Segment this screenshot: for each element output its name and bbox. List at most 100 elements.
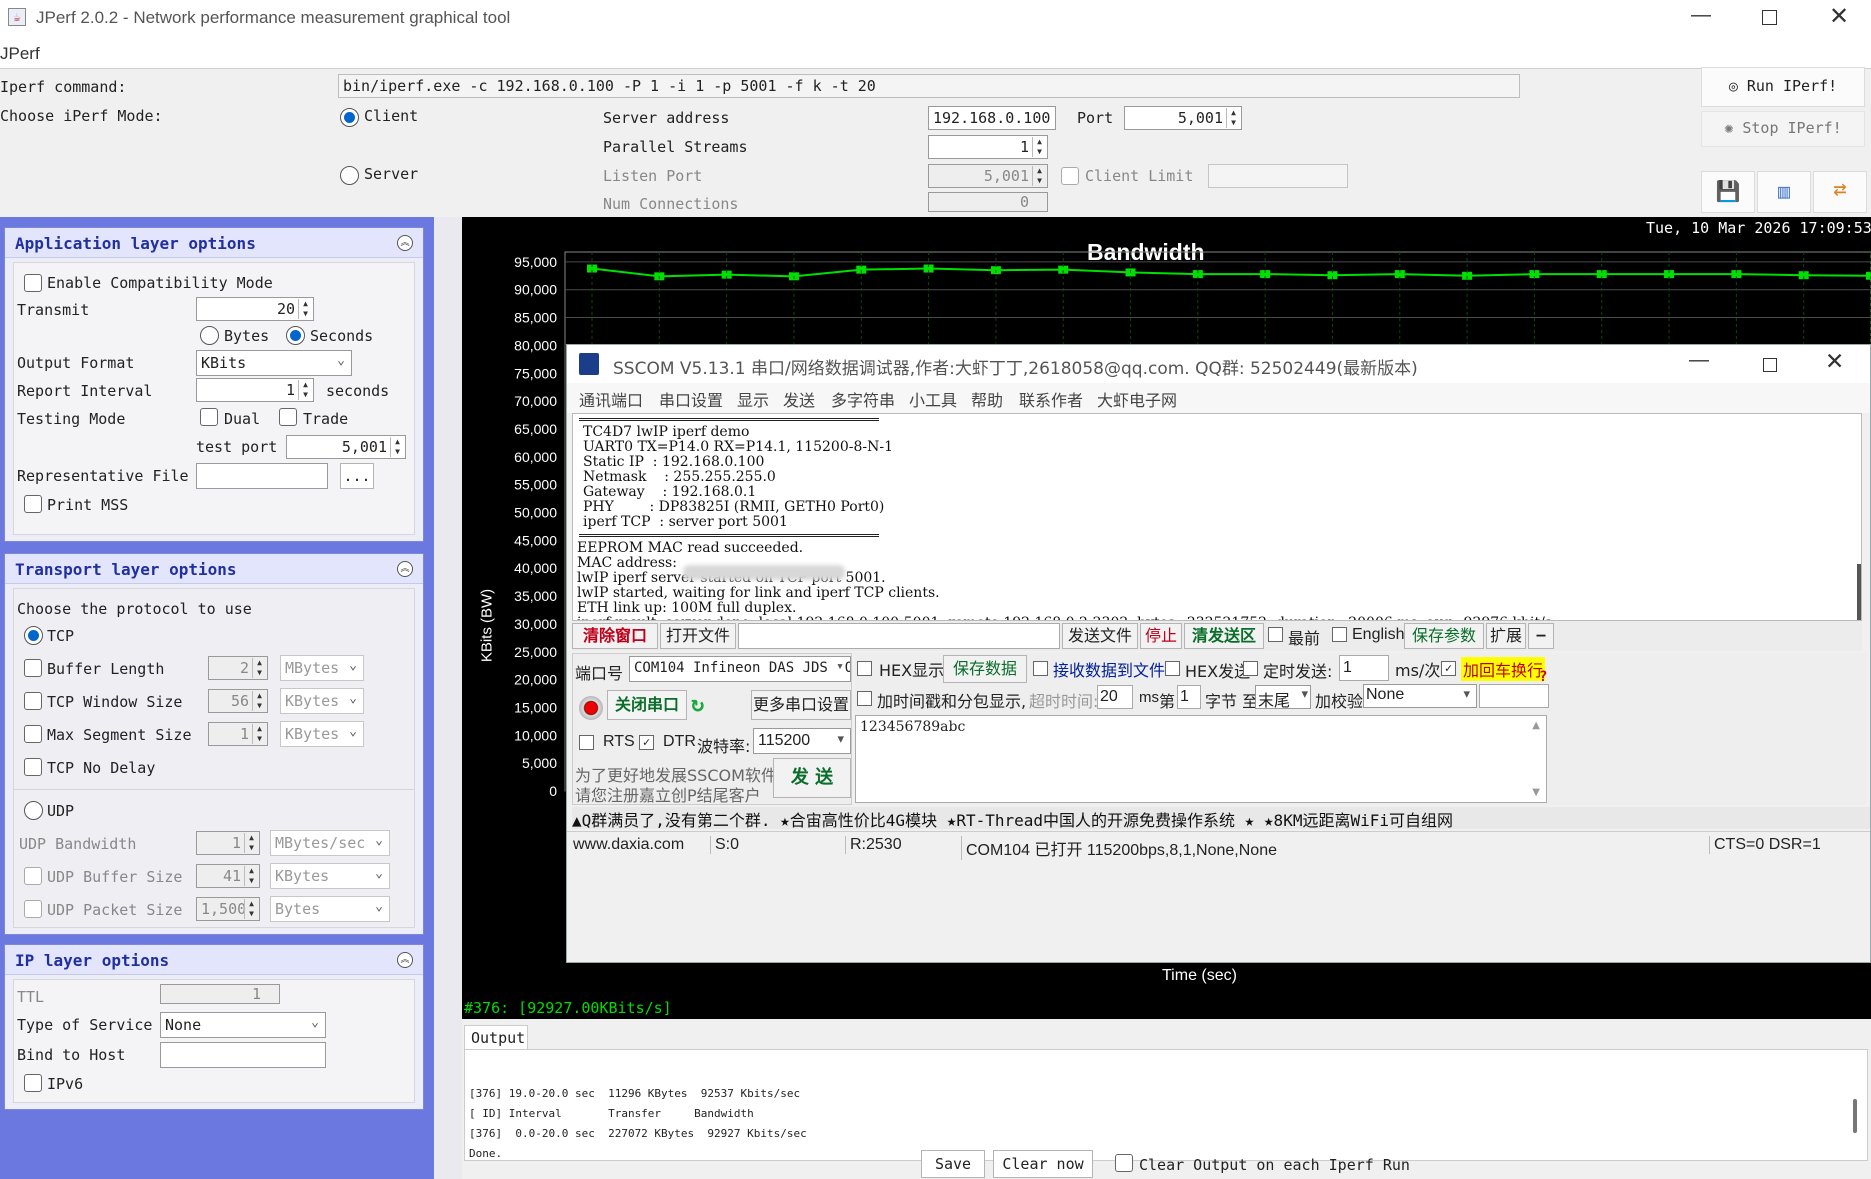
output-scrollbar[interactable] (1853, 1099, 1857, 1133)
scroll-up-arrow-icon[interactable]: ▲ (1532, 720, 1540, 731)
output-textarea[interactable]: [376] 19.0-20.0 sec 11296 KBytes 92537 K… (464, 1049, 1868, 1161)
clear-each-run-checkbox[interactable] (1115, 1154, 1133, 1172)
sscom-receive-area[interactable]: TC4D7 lwIP iperf demo UART0 TX=P14.0 RX=P… (572, 413, 1862, 621)
server-radio[interactable] (340, 166, 359, 185)
timestamp-checkbox[interactable] (857, 691, 872, 706)
sscom-menu-item[interactable]: 发送 (783, 387, 815, 411)
trade-checkbox[interactable] (279, 408, 297, 426)
restore-defaults-button[interactable]: ⇄ (1813, 171, 1867, 213)
refresh-ports-icon[interactable]: ↻ (691, 692, 704, 717)
sscom-minimize-button[interactable]: — (1689, 349, 1709, 372)
report-interval-spinner[interactable]: 1 ▲ ▼ (196, 378, 314, 402)
rts-checkbox[interactable] (579, 735, 594, 750)
mss-spinner[interactable]: 1 ▲ ▼ (208, 722, 268, 746)
open-file-button[interactable]: 打开文件 (660, 623, 736, 649)
sscom-menu-item[interactable]: 小工具 (909, 387, 957, 411)
rep-file-input[interactable] (196, 463, 328, 489)
send-button[interactable]: 发 送 (773, 758, 851, 798)
hex-display-checkbox[interactable] (857, 661, 872, 676)
timed-interval-input[interactable]: 1 (1339, 655, 1389, 681)
client-limit-checkbox[interactable] (1061, 167, 1079, 185)
application-layer-header[interactable]: Application layer options (5, 228, 423, 258)
udp-packet-checkbox[interactable] (24, 900, 42, 918)
udp-buffer-unit-select[interactable]: KBytes ⌄ (270, 863, 390, 889)
close-port-button[interactable]: 关闭串口 (607, 690, 687, 720)
output-tab[interactable]: Output (464, 1025, 528, 1049)
sscom-ticker[interactable]: ▲Q群满员了,没有第二个群. ★合宙高性价比4G模块 ★RT-Thread中国人… (572, 807, 1870, 829)
client-radio[interactable] (340, 108, 359, 127)
spinner-arrows-icon[interactable]: ▲ ▼ (1226, 108, 1240, 128)
bytes-radio[interactable] (200, 326, 219, 345)
sscom-menu-item[interactable]: 显示 (737, 387, 769, 411)
sscom-menu-item[interactable]: 通讯端口 (579, 387, 643, 411)
window-size-spinner[interactable]: 56 ▲ ▼ (208, 689, 268, 713)
compat-checkbox[interactable] (24, 274, 42, 292)
clear-window-button[interactable]: 清除窗口 (572, 623, 658, 649)
sscom-menu-item[interactable]: 联系作者 (1019, 387, 1083, 411)
transmit-spinner[interactable]: 20 ▲ ▼ (196, 297, 314, 321)
nth-input[interactable]: 1 (1177, 685, 1201, 709)
collapse-button[interactable]: — (1528, 623, 1554, 649)
more-settings-button[interactable]: 更多串口设置 (751, 690, 851, 720)
load-config-button[interactable]: ▥ (1757, 171, 1811, 213)
no-delay-checkbox[interactable] (24, 758, 42, 776)
buffer-length-checkbox[interactable] (24, 659, 42, 677)
run-iperf-button[interactable]: ◎ Run IPerf! (1701, 67, 1865, 107)
file-path-input[interactable] (738, 623, 1060, 649)
num-connections-spinner[interactable]: 0 (928, 192, 1048, 212)
tos-select[interactable]: None ⌄ (160, 1012, 326, 1038)
mss-checkbox[interactable] (24, 725, 42, 743)
sscom-menu-item[interactable]: 串口设置 (659, 387, 723, 411)
bind-host-input[interactable] (160, 1042, 326, 1068)
browse-button[interactable]: ... (340, 463, 374, 489)
dtr-checkbox[interactable]: ✓ (639, 735, 654, 750)
scroll-down-arrow-icon[interactable]: ▼ (1532, 787, 1540, 798)
baud-select[interactable]: 115200 ▾ (753, 728, 851, 754)
crlf-checkbox[interactable]: ✓ (1441, 661, 1456, 676)
spinner-arrows-icon[interactable]: ▲ ▼ (244, 866, 258, 886)
ttl-spinner[interactable]: 1 (160, 984, 280, 1004)
collapse-chevron-icon[interactable]: ︽ (397, 952, 413, 968)
save-output-button[interactable]: Save (921, 1150, 985, 1178)
app-menu[interactable]: JPerf (0, 44, 40, 64)
end-select[interactable]: 末尾 ▾ (1255, 685, 1311, 710)
udp-packet-spinner[interactable]: 1,500 ▲ ▼ (196, 897, 260, 921)
print-mss-checkbox[interactable] (24, 495, 42, 513)
parallel-spinner[interactable]: 1 ▲ ▼ (928, 135, 1048, 159)
udp-bandwidth-unit-select[interactable]: MBytes/sec ⌄ (270, 830, 390, 856)
spinner-arrows-icon[interactable]: ▲ ▼ (252, 658, 266, 678)
clear-send-button[interactable]: 清发送区 (1184, 623, 1264, 649)
timed-send-checkbox[interactable] (1243, 661, 1258, 676)
buffer-length-spinner[interactable]: 2 ▲ ▼ (208, 656, 268, 680)
spinner-arrows-icon[interactable]: ▲ ▼ (244, 899, 258, 919)
collapse-chevron-icon[interactable]: ︽ (397, 235, 413, 251)
spinner-arrows-icon[interactable]: ▲ ▼ (390, 437, 404, 457)
sscom-menu-item[interactable]: 多字符串 (831, 387, 895, 411)
port-select[interactable]: COM104 Infineon DAS JDS COM ▾ (629, 656, 851, 682)
output-format-select[interactable]: KBits ⌄ (196, 350, 352, 376)
listen-port-spinner[interactable]: 5,001 ▲ ▼ (928, 164, 1048, 188)
spinner-arrows-icon[interactable]: ▲ ▼ (1032, 166, 1046, 186)
spinner-arrows-icon[interactable]: ▲ ▼ (298, 380, 312, 400)
sscom-menu-item[interactable]: 大虾电子网 (1097, 387, 1177, 411)
checksum-select[interactable]: None ▾ (1363, 684, 1477, 708)
maximize-button[interactable] (1762, 10, 1777, 25)
server-address-input[interactable] (928, 106, 1056, 130)
buffer-unit-select[interactable]: MBytes ⌄ (280, 655, 364, 681)
stop-button[interactable]: 停止 (1140, 623, 1182, 649)
sscom-menu-item[interactable]: 帮助 (971, 387, 1003, 411)
spinner-arrows-icon[interactable]: ▲ ▼ (244, 833, 258, 853)
save-config-button[interactable]: 💾 (1701, 171, 1755, 213)
collapse-chevron-icon[interactable]: ︽ (397, 561, 413, 577)
sscom-maximize-button[interactable] (1763, 358, 1777, 372)
checksum-extra-input[interactable] (1479, 684, 1549, 708)
ip-layer-header[interactable]: IP layer options (5, 945, 423, 975)
send-textarea[interactable]: 123456789abc ▲ ▼ (855, 715, 1547, 803)
save-data-button[interactable]: 保存数据 (943, 655, 1027, 683)
expand-button[interactable]: 扩展 (1486, 623, 1526, 649)
port-spinner[interactable]: 5,001 ▲ ▼ (1124, 106, 1242, 130)
spinner-arrows-icon[interactable]: ▲ ▼ (1032, 137, 1046, 157)
help-icon[interactable]: ? (1539, 669, 1547, 685)
spinner-arrows-icon[interactable]: ▲ ▼ (252, 724, 266, 744)
sscom-close-button[interactable]: ✕ (1825, 348, 1844, 375)
